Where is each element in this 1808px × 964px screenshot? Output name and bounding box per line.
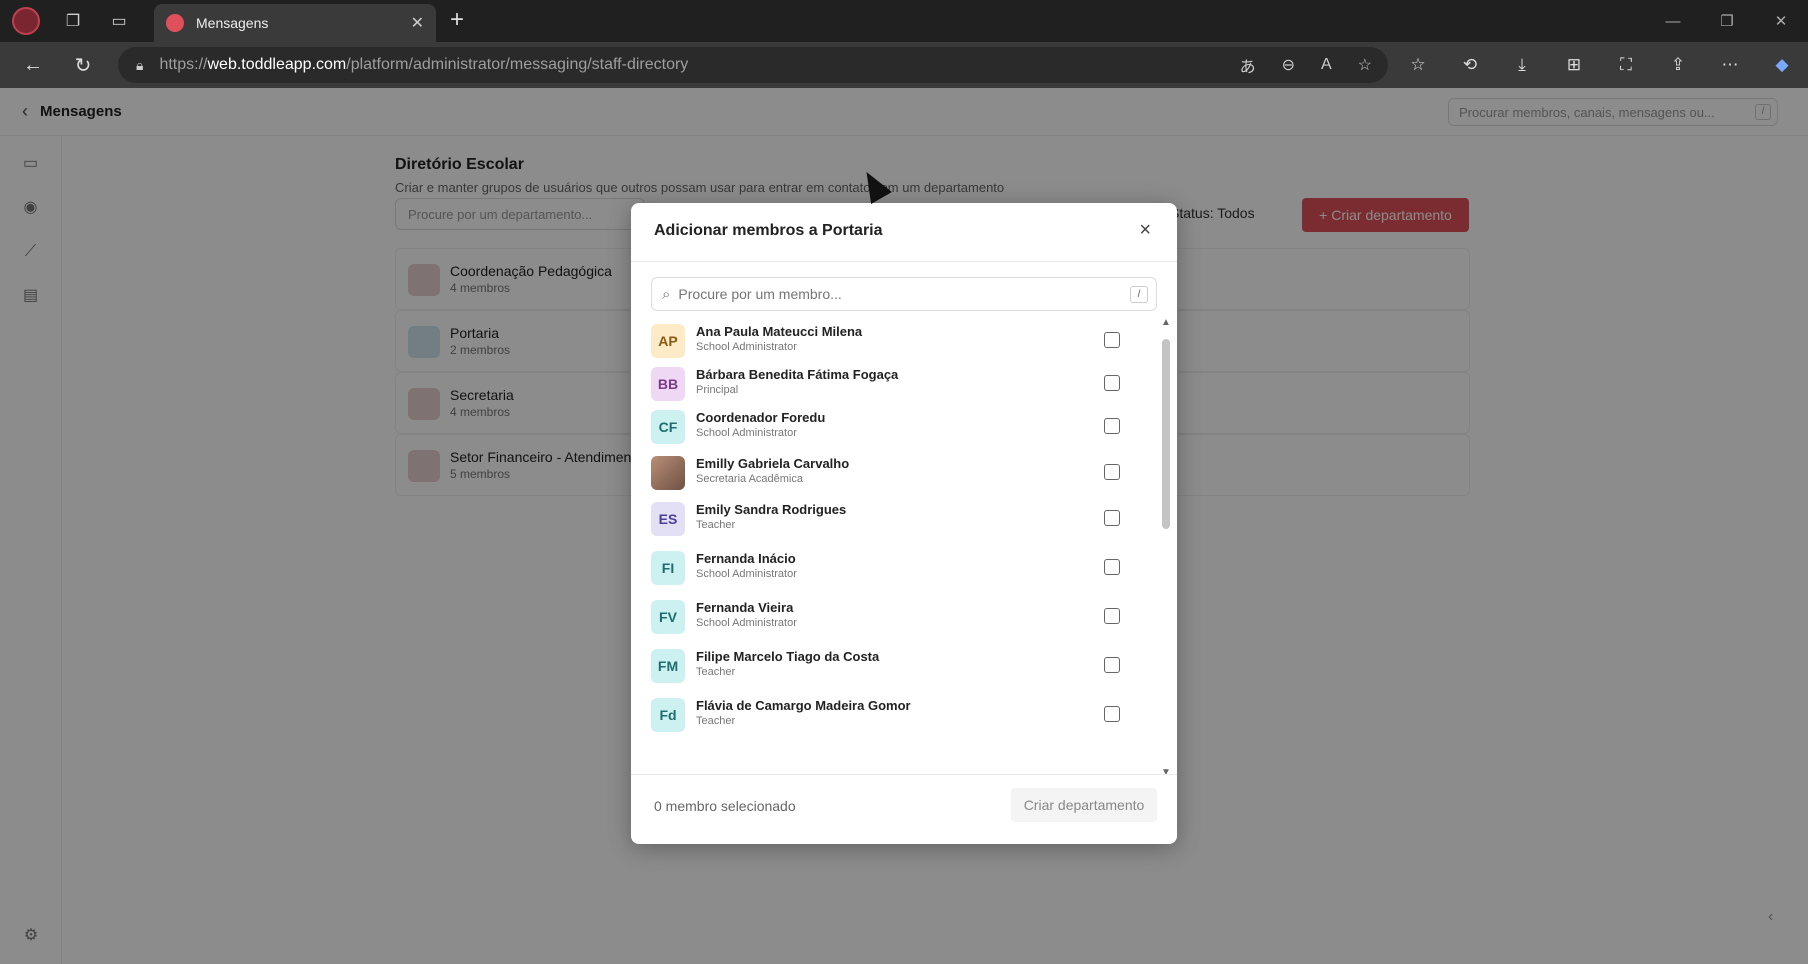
member-role: School Administrator (696, 617, 797, 629)
member-row[interactable]: AP Ana Paula Mateucci Milena School Admi… (651, 319, 1131, 367)
extensions-icon[interactable]: ⊞ (1548, 55, 1600, 75)
address-bar-row: ← ↻ 🔒︎ https://web.toddleapp.com/platfor… (0, 42, 1808, 88)
close-icon[interactable]: × (1139, 219, 1151, 242)
member-role: School Administrator (696, 427, 797, 439)
reload-icon[interactable]: ↻ (58, 53, 108, 78)
member-role: School Administrator (696, 341, 797, 353)
member-avatar: BB (651, 367, 685, 401)
history-icon[interactable]: ⟲ (1444, 55, 1496, 75)
minimize-icon[interactable]: — (1646, 0, 1700, 42)
divider (631, 774, 1177, 775)
url-tools: あ ⊖ A ☆ (1240, 47, 1372, 83)
restore-icon[interactable]: ❐ (1700, 0, 1754, 42)
browser-tab[interactable]: Mensagens ✕ (154, 4, 436, 42)
scrollbar-thumb[interactable] (1162, 339, 1170, 529)
member-row[interactable]: Emilly Gabriela Carvalho Secretaria Acad… (651, 451, 1131, 499)
member-checkbox[interactable] (1104, 332, 1120, 348)
member-avatar: CF (651, 410, 685, 444)
member-name: Bárbara Benedita Fátima Fogaça (696, 367, 899, 382)
translate-icon[interactable]: あ (1240, 53, 1256, 77)
close-window-icon[interactable]: ✕ (1754, 0, 1808, 42)
lock-icon[interactable]: 🔒︎ (136, 57, 143, 74)
more-icon[interactable]: ⋯ (1704, 55, 1756, 75)
member-role: Teacher (696, 715, 736, 727)
screenshot-icon[interactable]: ⛶ (1600, 55, 1652, 75)
member-name: Flávia de Camargo Madeira Gomor (696, 698, 911, 713)
member-name: Filipe Marcelo Tiago da Costa (696, 649, 880, 664)
member-role: Secretaria Acadêmica (696, 473, 803, 485)
downloads-icon[interactable]: ⤓ (1496, 55, 1548, 75)
member-name: Coordenador Foredu (696, 410, 826, 425)
member-list: AP Ana Paula Mateucci Milena School Admi… (631, 319, 1177, 774)
member-avatar: Fd (651, 698, 685, 732)
scroll-down-icon[interactable]: ▼ (1161, 767, 1171, 774)
member-checkbox[interactable] (1104, 510, 1120, 526)
toddle-favicon-icon (166, 14, 184, 32)
member-photo-avatar (651, 456, 685, 490)
tab-title: Mensagens (196, 15, 269, 31)
divider (631, 261, 1177, 262)
search-icon: ⌕ (662, 285, 671, 303)
zoom-out-icon[interactable]: ⊖ (1282, 55, 1295, 75)
vertical-tabs-icon[interactable]: ▭ (96, 0, 142, 42)
member-checkbox[interactable] (1104, 464, 1120, 480)
member-row[interactable]: CF Coordenador Foredu School Administrat… (651, 405, 1131, 453)
member-role: School Administrator (696, 568, 797, 580)
workspaces-icon[interactable]: ❐ (50, 0, 96, 42)
member-role: Teacher (696, 519, 736, 531)
member-avatar: AP (651, 324, 685, 358)
create-department-button[interactable]: Criar departamento (1011, 788, 1157, 822)
member-avatar: FI (651, 551, 685, 585)
member-role: Principal (696, 384, 739, 396)
member-row[interactable]: FV Fernanda Vieira School Administrator (651, 595, 1131, 643)
url-bar[interactable]: 🔒︎ https://web.toddleapp.com/platform/ad… (118, 47, 1388, 83)
member-checkbox[interactable] (1104, 559, 1120, 575)
member-avatar: FV (651, 600, 685, 634)
member-checkbox[interactable] (1104, 418, 1120, 434)
member-checkbox[interactable] (1104, 608, 1120, 624)
member-row[interactable]: ES Emily Sandra Rodrigues Teacher (651, 497, 1131, 545)
modal-title: Adicionar membros a Portaria (654, 222, 883, 239)
member-avatar: ES (651, 502, 685, 536)
favorite-star-icon[interactable]: ☆ (1358, 55, 1372, 75)
member-name: Ana Paula Mateucci Milena (696, 324, 863, 339)
member-checkbox[interactable] (1104, 657, 1120, 673)
url-text: https://web.toddleapp.com/platform/admin… (159, 56, 689, 73)
share-icon[interactable]: ⇪ (1652, 55, 1704, 75)
member-search-input[interactable] (678, 286, 1099, 302)
member-row[interactable]: FM Filipe Marcelo Tiago da Costa Teacher (651, 644, 1131, 692)
profile-avatar[interactable] (12, 7, 40, 35)
browser-titlebar: ❐ ▭ Mensagens ✕ + — ❐ ✕ (0, 0, 1808, 42)
selected-count: 0 membro selecionado (654, 798, 796, 814)
member-checkbox[interactable] (1104, 375, 1120, 391)
member-row[interactable]: FI Fernanda Inácio School Administrator (651, 546, 1131, 594)
browser-toolbar: ☆ ⟲ ⤓ ⊞ ⛶ ⇪ ⋯ ◆ (1392, 42, 1808, 88)
member-checkbox[interactable] (1104, 706, 1120, 722)
member-name: Fernanda Inácio (696, 551, 796, 566)
member-list-scrollbar[interactable]: ▲ ▼ (1161, 319, 1171, 774)
member-role: Teacher (696, 666, 736, 678)
search-shortcut-kbd: / (1130, 286, 1148, 303)
window-controls: — ❐ ✕ (1646, 0, 1808, 42)
member-name: Emily Sandra Rodrigues (696, 502, 847, 517)
member-name: Fernanda Vieira (696, 600, 794, 615)
new-tab-button[interactable]: + (450, 6, 464, 34)
member-avatar: FM (651, 649, 685, 683)
member-search-field[interactable]: ⌕ / (651, 277, 1157, 311)
scroll-up-icon[interactable]: ▲ (1161, 319, 1171, 328)
member-name: Emilly Gabriela Carvalho (696, 456, 850, 471)
back-icon[interactable]: ← (8, 54, 58, 77)
member-row[interactable]: BB Bárbara Benedita Fátima Fogaça Princi… (651, 362, 1131, 410)
read-aloud-icon[interactable]: A (1321, 56, 1332, 74)
member-row[interactable]: Fd Flávia de Camargo Madeira Gomor Teach… (651, 693, 1131, 741)
tab-close-icon[interactable]: ✕ (411, 13, 424, 33)
copilot-icon[interactable]: ◆ (1756, 55, 1808, 75)
favorites-icon[interactable]: ☆ (1392, 55, 1444, 75)
add-members-modal: Adicionar membros a Portaria × ⌕ / AP An… (631, 203, 1177, 844)
